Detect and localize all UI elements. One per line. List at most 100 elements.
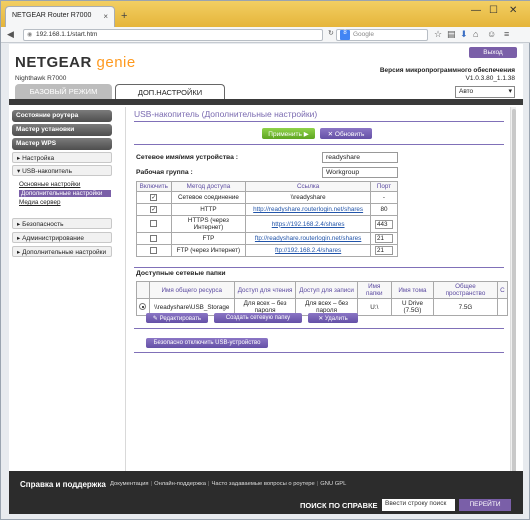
- create-share-button[interactable]: Создать сетевую папку: [214, 313, 302, 323]
- access-port-cell: 21: [369, 244, 399, 257]
- shares-divider-bottom: [134, 328, 504, 329]
- refresh-button[interactable]: ✕ Обновить: [320, 128, 372, 139]
- enable-checkbox[interactable]: [150, 220, 158, 228]
- col-total-space: Общее пространство: [433, 281, 498, 299]
- firmware-label: Версия микропрограммного обеспечения: [379, 67, 515, 74]
- help-link-faq[interactable]: Часто задаваемые вопросы о роутере: [212, 481, 315, 487]
- bottom-divider: [134, 352, 504, 353]
- access-link[interactable]: ftp://readyshare.routerlogin.net/shares: [255, 235, 361, 242]
- help-title: Справка и поддержка: [20, 480, 106, 489]
- logout-button[interactable]: Выход: [469, 47, 517, 58]
- access-link[interactable]: https://192.168.2.4/shares: [272, 221, 345, 228]
- maximize-icon[interactable]: ☐: [489, 5, 498, 16]
- tab-basic[interactable]: БАЗОВЫЙ РЕЖИМ: [15, 84, 112, 99]
- help-search-go-button[interactable]: ПЕРЕЙТИ: [459, 499, 511, 511]
- sidebar-usb-basic[interactable]: Основные настройки: [19, 181, 80, 188]
- main-scrollbar[interactable]: [510, 107, 516, 512]
- access-row: FTP ftp://readyshare.routerlogin.net/shar…: [136, 232, 399, 245]
- address-text: 192.168.1.1/start.htm: [36, 31, 98, 38]
- help-link-support[interactable]: Онлайн-поддержка: [154, 481, 206, 487]
- page-title: USB-накопитель (Дополнительные настройки…: [134, 109, 318, 119]
- enable-checkbox[interactable]: [150, 234, 158, 242]
- scrollbar-thumb[interactable]: [512, 109, 516, 499]
- access-link[interactable]: ftp://192.168.2.4/shares: [275, 247, 341, 254]
- help-footer: Справка и поддержка Документация | Онлайн-…: [9, 471, 523, 514]
- back-icon[interactable]: ◀: [7, 29, 14, 40]
- tab-close-icon[interactable]: ×: [103, 12, 108, 21]
- enable-checkbox[interactable]: [150, 246, 158, 254]
- help-search-input[interactable]: Ввести строку поиск: [382, 499, 455, 511]
- home-icon[interactable]: ⌂: [473, 29, 478, 39]
- safe-remove-button[interactable]: Безопасно отключить USB-устройство: [146, 338, 268, 348]
- access-link[interactable]: http://readyshare.routerlogin.net/shares: [253, 206, 363, 213]
- sidebar-administration[interactable]: ▸ Администрирование: [12, 232, 112, 243]
- main-content: USB-накопитель (Дополнительные настройки…: [125, 107, 509, 512]
- menu-icon[interactable]: ≡: [504, 29, 509, 39]
- access-port: -: [382, 194, 386, 201]
- access-port-cell: 443: [369, 215, 399, 233]
- access-link-cell: ftp://readyshare.routerlogin.net/shares: [245, 232, 371, 245]
- address-bar[interactable]: ◉ 192.168.1.1/start.htm: [23, 29, 323, 41]
- access-port-cell: 21: [369, 232, 399, 245]
- language-select[interactable]: Авто ▾: [455, 86, 515, 98]
- access-method-cell: FTP: [170, 232, 247, 245]
- browser-tab[interactable]: NETGEAR Router R7000 ×: [5, 6, 115, 27]
- col-write-access: Доступ для записи: [295, 281, 358, 299]
- access-enable-cell: [136, 215, 172, 233]
- shares-table: Имя общего ресурса Доступ для чтения Дос…: [136, 281, 509, 316]
- sidebar-setup-wizard[interactable]: Мастер установки: [12, 124, 112, 136]
- minimize-icon[interactable]: —: [471, 5, 481, 16]
- router-page: NETGEAR genie Nighthawk R7000 Выход Верс…: [9, 44, 523, 514]
- close-window-icon[interactable]: ✕: [509, 5, 517, 16]
- star-icon[interactable]: ☆: [434, 29, 442, 40]
- share-folder-cell: U:\: [356, 298, 392, 316]
- access-link-cell: https://192.168.2.4/shares: [245, 215, 371, 233]
- edit-share-button[interactable]: ✎ Редактировать: [146, 313, 208, 323]
- enable-checkbox[interactable]: ✓: [150, 205, 158, 213]
- workgroup-input[interactable]: Workgroup: [322, 167, 398, 178]
- apply-button[interactable]: Применить ▶: [262, 128, 315, 139]
- col-port: Порт: [369, 181, 399, 192]
- netgear-logo: NETGEAR genie: [15, 54, 136, 71]
- shares-label: Доступные сетевые папки: [136, 270, 226, 277]
- sidebar-wps-wizard[interactable]: Мастер WPS: [12, 138, 112, 150]
- sidebar-setup[interactable]: ▸ Настройка: [12, 152, 112, 163]
- sidebar-advanced-setup[interactable]: ▸ Дополнительные настройки: [12, 246, 112, 257]
- access-method-cell: Сетевое соединение: [170, 191, 247, 204]
- col-free-space: С: [496, 281, 509, 299]
- share-radio[interactable]: [139, 303, 147, 311]
- col-read-access: Доступ для чтения: [233, 281, 297, 299]
- router-model: Nighthawk R7000: [15, 75, 67, 82]
- browser-navbar: ◀ ◉ 192.168.1.1/start.htm ↻ 8 Google ☆ ▤…: [1, 27, 530, 43]
- sidebar-security[interactable]: ▸ Безопасность: [12, 218, 112, 229]
- sidebar-usb-storage[interactable]: ▾ USB-накопитель: [12, 165, 112, 176]
- new-tab-button[interactable]: +: [121, 10, 127, 22]
- tab-advanced[interactable]: ДОП.НАСТРОЙКИ: [115, 84, 225, 99]
- access-row: ✓ Сетевое соединение \\readyshare -: [136, 191, 399, 204]
- access-port: 21: [374, 246, 393, 255]
- download-icon[interactable]: ⬇: [460, 29, 468, 40]
- enable-checkbox[interactable]: ✓: [150, 193, 158, 201]
- button-divider: [134, 144, 504, 145]
- shares-divider-top: [134, 267, 504, 268]
- sidebar-router-status[interactable]: Состояние роутера: [12, 110, 112, 122]
- help-link-docs[interactable]: Документация: [110, 481, 149, 487]
- google-icon: 8: [340, 30, 350, 40]
- bookmarks-icon[interactable]: ▤: [447, 29, 456, 40]
- access-port-cell: 80: [369, 203, 399, 216]
- col-folder-name: Имя папки: [356, 281, 392, 299]
- device-name-input[interactable]: readyshare: [322, 152, 398, 163]
- chat-icon[interactable]: ☺: [487, 29, 496, 39]
- help-link-gpl[interactable]: GNU GPL: [320, 481, 346, 487]
- access-port: 80: [380, 206, 388, 213]
- sidebar-media-server[interactable]: Медиа сервер: [19, 199, 61, 206]
- browser-search-input[interactable]: 8 Google: [336, 29, 428, 41]
- delete-share-button[interactable]: ✕ Удалить: [308, 313, 358, 323]
- tab-title: NETGEAR Router R7000: [12, 12, 92, 19]
- reload-icon[interactable]: ↻: [328, 29, 334, 37]
- access-link-cell: ftp://192.168.2.4/shares: [245, 244, 371, 257]
- language-value: Авто: [459, 88, 474, 95]
- sidebar-usb-advanced[interactable]: Дополнительные настройки: [19, 190, 111, 197]
- col-select: [136, 281, 150, 299]
- access-enable-cell: ✓: [136, 203, 172, 216]
